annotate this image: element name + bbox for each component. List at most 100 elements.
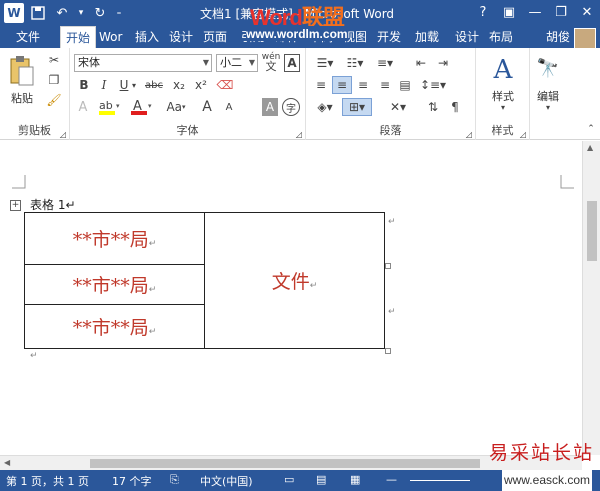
- word-count[interactable]: 17 个字: [112, 473, 152, 489]
- tab-table-design[interactable]: 设计: [450, 26, 484, 48]
- document-area[interactable]: + 表格 1↵ **市**局↵ 文件↵ **市**局↵ **市**局↵ ↵ ↵ …: [0, 141, 582, 455]
- chevron-down-icon[interactable]: ▾: [543, 102, 553, 112]
- font-color-icon[interactable]: A ▾: [128, 98, 156, 116]
- align-left-icon[interactable]: ≡: [312, 76, 330, 94]
- proofing-icon[interactable]: ⎘: [170, 473, 179, 487]
- web-layout-icon[interactable]: ▦: [350, 473, 360, 486]
- print-layout-icon[interactable]: ▤: [316, 473, 326, 486]
- bullets-icon[interactable]: ☰▾: [312, 54, 338, 72]
- character-border-icon[interactable]: A: [284, 54, 300, 72]
- change-case-button[interactable]: Aa ▾: [162, 98, 190, 116]
- tab-wor[interactable]: Wor: [94, 26, 127, 48]
- justify-icon[interactable]: ≡: [376, 76, 394, 94]
- tab-file[interactable]: 文件: [0, 26, 56, 48]
- cut-icon[interactable]: ✂: [46, 52, 62, 68]
- paste-icon[interactable]: [8, 54, 36, 88]
- align-center-icon[interactable]: ≡: [332, 76, 352, 94]
- paragraph-mark: ↵: [148, 327, 157, 337]
- vertical-scrollbar[interactable]: ▲: [582, 141, 600, 455]
- tab-home[interactable]: 开始: [60, 26, 97, 48]
- align-right-icon[interactable]: ≡: [354, 76, 372, 94]
- dialog-launcher-icon[interactable]: ◿: [519, 130, 527, 139]
- read-mode-icon[interactable]: ▭: [284, 473, 294, 486]
- word-app-icon[interactable]: W: [4, 3, 24, 23]
- show-marks-icon[interactable]: ¶: [446, 98, 464, 116]
- text-effects-icon[interactable]: A: [74, 98, 92, 116]
- page-count[interactable]: 第 1 页，共 1 页: [6, 473, 89, 489]
- clear-format-icon[interactable]: ⌫: [216, 76, 234, 94]
- restore-button[interactable]: ❐: [548, 0, 574, 24]
- decrease-indent-icon[interactable]: ⇤: [412, 54, 430, 72]
- shrink-font-button[interactable]: A: [220, 98, 238, 116]
- user-name[interactable]: 胡俊: [546, 26, 570, 48]
- customize-qat-icon[interactable]: ₌: [114, 3, 124, 23]
- shading-icon[interactable]: ◈▾: [312, 98, 338, 116]
- styles-icon[interactable]: A: [488, 54, 518, 86]
- chinese-layout-icon[interactable]: ✕▾: [384, 98, 412, 116]
- phonetic-guide-icon[interactable]: wén 文: [262, 52, 281, 73]
- font-name-combo[interactable]: 宋体 ▼: [74, 54, 212, 72]
- multilevel-list-icon[interactable]: ≡▾: [372, 54, 398, 72]
- dialog-launcher-icon[interactable]: ◿: [295, 130, 303, 139]
- font-size-combo[interactable]: 小二 ▼: [216, 54, 258, 72]
- scroll-thumb[interactable]: [90, 459, 480, 468]
- table-cell[interactable]: **市**局↵: [24, 264, 205, 305]
- scroll-up-icon[interactable]: ▲: [587, 143, 593, 152]
- highlight-color-icon[interactable]: ab ▾: [96, 98, 124, 116]
- svg-text:▾: ▾: [116, 102, 120, 110]
- collapse-ribbon-icon[interactable]: ⌃: [586, 124, 596, 134]
- borders-icon[interactable]: ⊞▾: [342, 98, 372, 116]
- italic-button[interactable]: I: [96, 76, 112, 94]
- copy-icon[interactable]: ❐: [46, 72, 62, 88]
- table-cell-merged[interactable]: 文件↵: [204, 212, 385, 349]
- close-button[interactable]: ✕: [574, 0, 600, 24]
- table-resize-handle[interactable]: [385, 348, 391, 354]
- chevron-down-icon[interactable]: ▾: [130, 76, 138, 94]
- tab-layout[interactable]: 页面: [198, 26, 232, 48]
- title-bar: W ↶ ▾ ↻ ₌ 文档1 [兼容模式] - Microsoft Word Wo…: [0, 0, 600, 30]
- ribbon-display-icon[interactable]: ▣: [496, 0, 522, 24]
- character-shading-icon[interactable]: A: [262, 98, 278, 116]
- numbering-icon[interactable]: ☷▾: [342, 54, 368, 72]
- qat-dropdown-icon[interactable]: ▾: [76, 3, 86, 23]
- scroll-left-icon[interactable]: ◀: [4, 458, 10, 467]
- tab-addins[interactable]: 加载: [410, 26, 444, 48]
- document-table[interactable]: **市**局↵ 文件↵ **市**局↵ **市**局↵: [24, 212, 385, 349]
- minimize-button[interactable]: —: [522, 0, 548, 24]
- sort-icon[interactable]: ⇅: [424, 98, 442, 116]
- bold-button[interactable]: B: [76, 76, 92, 94]
- binoculars-icon[interactable]: 🔭: [534, 54, 562, 82]
- tab-design[interactable]: 设计: [164, 26, 198, 48]
- table-move-handle[interactable]: +: [10, 200, 21, 211]
- undo-icon[interactable]: ↶: [52, 3, 72, 23]
- help-button[interactable]: ?: [470, 0, 496, 24]
- clipboard-group: 粘贴 ✂ ❐ 🖌 剪贴板 ◿: [0, 48, 70, 140]
- tab-insert[interactable]: 插入: [130, 26, 164, 48]
- dialog-launcher-icon[interactable]: ◿: [465, 130, 473, 139]
- redo-icon[interactable]: ↻: [90, 3, 110, 23]
- increase-indent-icon[interactable]: ⇥: [434, 54, 452, 72]
- language[interactable]: 中文(中国): [200, 473, 253, 489]
- distributed-icon[interactable]: ▤: [396, 76, 414, 94]
- tab-table-layout[interactable]: 布局: [484, 26, 518, 48]
- chevron-down-icon[interactable]: ▾: [498, 102, 508, 112]
- enclose-characters-icon[interactable]: 字: [282, 98, 300, 116]
- paste-button-label[interactable]: 粘贴: [4, 90, 40, 106]
- subscript-button[interactable]: x₂: [170, 76, 188, 94]
- zoom-out-icon[interactable]: —: [386, 473, 397, 486]
- grow-font-button[interactable]: A: [198, 98, 216, 116]
- row-end-mark: [385, 263, 391, 269]
- paragraph-mark: ↵: [148, 239, 157, 249]
- tab-developer[interactable]: 开发: [372, 26, 406, 48]
- scroll-thumb[interactable]: [587, 201, 597, 261]
- format-painter-icon[interactable]: 🖌: [46, 92, 62, 108]
- zoom-slider[interactable]: [410, 480, 470, 481]
- avatar[interactable]: [574, 28, 596, 50]
- line-spacing-icon[interactable]: ↕≡▾: [420, 76, 446, 94]
- superscript-button[interactable]: x²: [192, 76, 210, 94]
- table-cell[interactable]: **市**局↵: [24, 304, 205, 349]
- table-cell[interactable]: **市**局↵: [24, 212, 205, 265]
- dialog-launcher-icon[interactable]: ◿: [59, 130, 67, 139]
- save-icon[interactable]: [28, 3, 48, 23]
- strikethrough-button[interactable]: abc: [142, 76, 166, 94]
